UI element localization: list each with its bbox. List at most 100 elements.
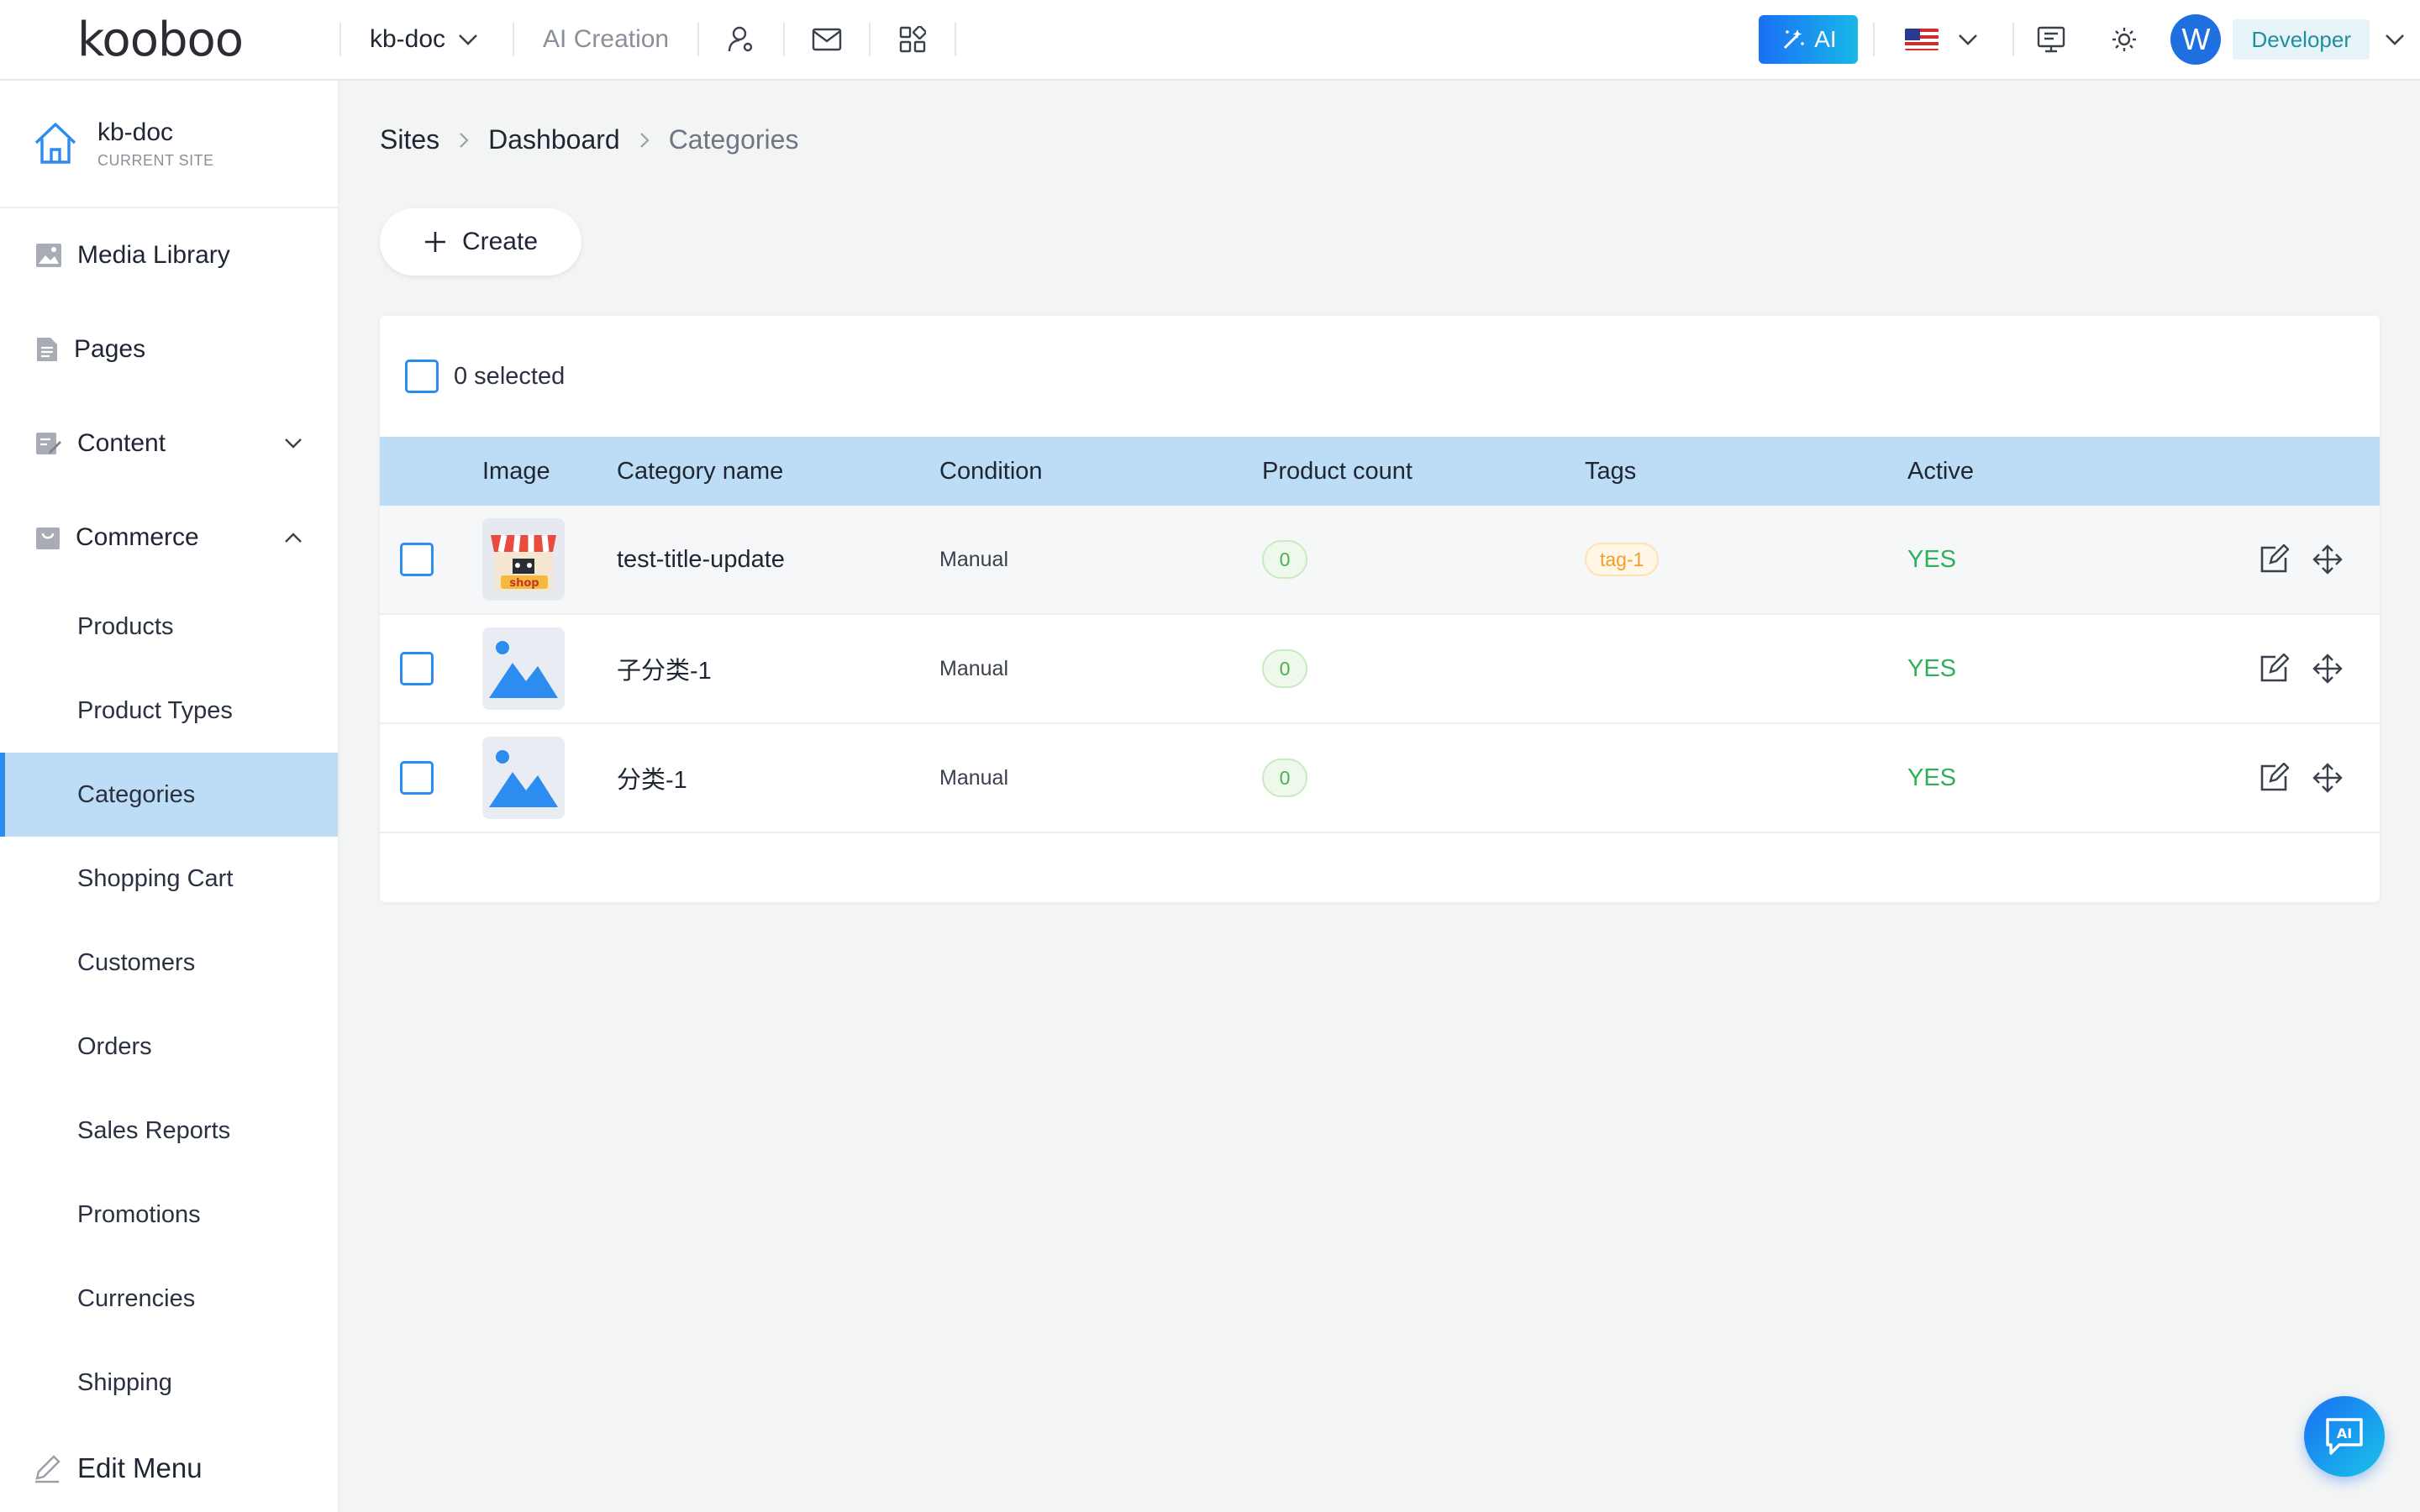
selected-count: 0 selected	[454, 362, 566, 390]
row-image-cell	[482, 627, 617, 710]
apps-button[interactable]	[871, 0, 955, 80]
bag-icon	[36, 528, 60, 549]
row-checkbox[interactable]	[400, 761, 434, 795]
kooboo-logo[interactable]: kooboo	[0, 0, 339, 80]
shop-thumbnail: shop	[482, 518, 565, 601]
user-settings-button[interactable]	[699, 0, 783, 80]
ai-button-label: AI	[1814, 26, 1837, 52]
monitor-icon	[2038, 26, 2065, 53]
sidebar-item-orders[interactable]: Orders	[0, 1005, 338, 1089]
magic-wand-icon	[1784, 29, 1805, 50]
column-header-image: Image	[482, 457, 550, 485]
product-count-cell: 0	[1262, 649, 1585, 688]
sidebar: kb-doc CURRENT SITE Media Library Pages …	[0, 81, 339, 1512]
current-site-name: kb-doc	[97, 118, 174, 146]
row-checkbox[interactable]	[400, 652, 434, 685]
sidebar-item-customers[interactable]: Customers	[0, 921, 338, 1005]
preview-button[interactable]	[2014, 0, 2088, 80]
select-all-checkbox[interactable]	[405, 360, 439, 393]
mail-icon	[812, 28, 842, 51]
table-row[interactable]: 子分类-1 Manual 0 YES	[380, 615, 2380, 724]
product-count-badge: 0	[1262, 540, 1307, 579]
edit-icon[interactable]	[2259, 763, 2289, 793]
breadcrumb-current: Categories	[668, 124, 799, 155]
breadcrumb-sites[interactable]: Sites	[380, 124, 439, 155]
ai-button[interactable]: AI	[1759, 15, 1859, 64]
sidebar-item-shopping-cart[interactable]: Shopping Cart	[0, 837, 338, 921]
user-menu-toggle[interactable]	[2370, 33, 2420, 46]
user-settings-icon	[728, 26, 753, 52]
breadcrumb: Sites Dashboard Categories	[380, 124, 798, 155]
edit-icon[interactable]	[2259, 654, 2289, 684]
active-value: YES	[1907, 764, 1957, 791]
chevron-down-icon	[1959, 34, 1978, 45]
sidebar-item-products[interactable]: Products	[0, 585, 338, 669]
image-icon	[36, 244, 61, 267]
drag-move-icon[interactable]	[2312, 544, 2343, 575]
chevron-right-icon	[639, 132, 650, 148]
header-right: AI W Developer	[1759, 0, 2420, 80]
column-header-name: Category name	[617, 457, 784, 485]
chevron-down-icon	[2386, 34, 2404, 45]
active-value: YES	[1907, 654, 1957, 682]
sun-icon	[2112, 28, 2137, 51]
language-switcher[interactable]	[1875, 29, 2012, 50]
sidebar-item-label: Media Library	[77, 241, 230, 269]
sidebar-item-sales-reports[interactable]: Sales Reports	[0, 1089, 338, 1173]
role-badge[interactable]: Developer	[2233, 19, 2370, 60]
mail-button[interactable]	[785, 0, 869, 80]
row-actions	[2230, 654, 2380, 684]
category-name: test-title-update	[617, 545, 785, 573]
product-count-cell: 0	[1262, 759, 1585, 797]
ai-assistant-button[interactable]: AI	[2304, 1396, 2385, 1477]
tag-badge: tag-1	[1585, 543, 1660, 576]
row-check-cell	[380, 761, 482, 795]
row-check-cell	[380, 543, 482, 576]
edit-menu-button[interactable]: Edit Menu	[0, 1425, 338, 1512]
create-button[interactable]: Create	[380, 208, 581, 276]
column-header-tags: Tags	[1585, 457, 1637, 485]
sidebar-item-promotions[interactable]: Promotions	[0, 1173, 338, 1257]
current-site[interactable]: kb-doc CURRENT SITE	[0, 81, 338, 208]
sidebar-item-commerce[interactable]: Commerce	[0, 491, 338, 585]
product-count-badge: 0	[1262, 759, 1307, 797]
row-actions	[2230, 763, 2380, 793]
theme-toggle[interactable]	[2088, 0, 2160, 80]
column-header-product-count: Product count	[1262, 457, 1413, 485]
plus-icon	[424, 232, 445, 252]
row-actions	[2230, 544, 2380, 575]
drag-move-icon[interactable]	[2312, 763, 2343, 793]
header-divider	[955, 23, 957, 56]
edit-doc-icon	[36, 433, 61, 454]
sidebar-item-pages[interactable]: Pages	[0, 302, 338, 396]
commerce-submenu: Products Product Types Categories Shoppi…	[0, 585, 338, 1425]
drag-move-icon[interactable]	[2312, 654, 2343, 684]
column-header-condition: Condition	[939, 457, 1043, 485]
ai-creation-link[interactable]: AI Creation	[514, 25, 697, 54]
site-switcher[interactable]: kb-doc	[341, 0, 513, 80]
pencil-icon	[35, 1455, 60, 1483]
sidebar-item-categories[interactable]: Categories	[0, 753, 338, 837]
edit-menu-label: Edit Menu	[77, 1452, 203, 1483]
row-check-cell	[380, 652, 482, 685]
breadcrumb-dashboard[interactable]: Dashboard	[488, 124, 620, 155]
sidebar-item-label: Pages	[74, 335, 146, 363]
us-flag-icon	[1905, 29, 1939, 50]
category-name: 子分类-1	[617, 658, 712, 685]
image-placeholder-icon	[482, 627, 565, 710]
row-checkbox[interactable]	[400, 543, 434, 576]
sidebar-item-shipping[interactable]: Shipping	[0, 1341, 338, 1425]
sidebar-item-product-types[interactable]: Product Types	[0, 669, 338, 753]
table-header: Image Category name Condition Product co…	[380, 437, 2380, 506]
create-button-label: Create	[461, 228, 539, 255]
sidebar-item-content[interactable]: Content	[0, 396, 338, 491]
table-row[interactable]: shop test-title-update Manual 0 tag-1 YE…	[380, 506, 2380, 615]
table-row[interactable]: 分类-1 Manual 0 YES	[380, 724, 2380, 833]
chevron-down-icon	[459, 34, 477, 45]
sidebar-item-media-library[interactable]: Media Library	[0, 208, 338, 302]
sidebar-item-currencies[interactable]: Currencies	[0, 1257, 338, 1341]
image-placeholder-icon	[482, 737, 565, 819]
user-avatar[interactable]: W	[2170, 14, 2222, 65]
product-count-badge: 0	[1262, 649, 1307, 688]
edit-icon[interactable]	[2259, 544, 2289, 575]
